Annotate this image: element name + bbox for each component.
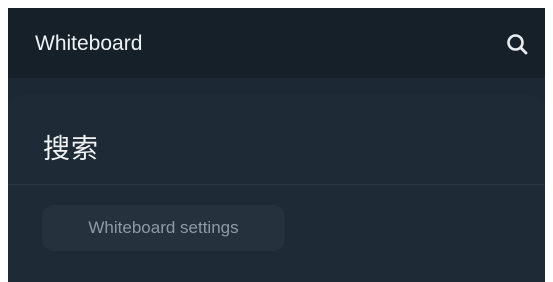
divider (8, 184, 545, 185)
search-screen: 搜索 Whiteboard settings (8, 8, 545, 282)
search-icon (507, 34, 528, 55)
search-bar (8, 8, 545, 78)
search-results-panel: 搜索 Whiteboard settings (8, 95, 545, 282)
panel-title: 搜索 (43, 134, 99, 165)
search-input[interactable] (35, 27, 475, 61)
search-button[interactable] (501, 28, 533, 60)
whiteboard-settings-chip[interactable]: Whiteboard settings (42, 205, 285, 251)
